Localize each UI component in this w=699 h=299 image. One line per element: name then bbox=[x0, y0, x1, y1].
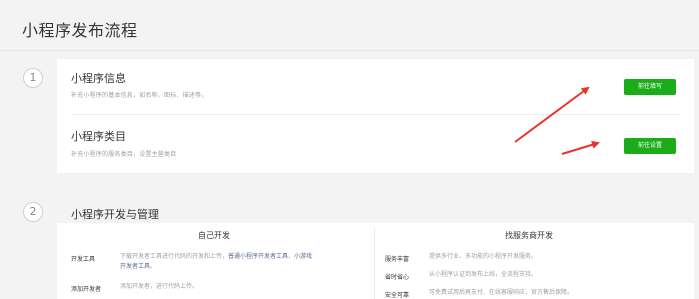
step-number-2: 2 bbox=[23, 202, 43, 222]
dev-card: 自己开发 找服务商开发 开发工具 下载开发者工具进行代码的开发和上传，普通小程序… bbox=[57, 223, 694, 299]
time-saving-label: 省时省心 bbox=[385, 274, 410, 281]
secure-text: 可免费试用后再支付、在线客服响应，官方售后保障。 bbox=[429, 289, 574, 296]
row-desc-category: 补充小程序的服务类目，设置主营类目 bbox=[71, 151, 177, 158]
row-divider bbox=[71, 114, 680, 115]
dev-tools-text: 下载开发者工具进行代码的开发和上传，普通小程序开发者工具、小游戏 开发者工具。 bbox=[120, 252, 370, 272]
add-developer-text: 添加开发者，进行代码上传。 bbox=[120, 283, 199, 290]
info-card: 小程序信息 补充小程序的基本信息，如名称、图标、描述等。 前往填写 小程序类目 … bbox=[57, 59, 694, 173]
mini-game-link[interactable]: 小游戏 bbox=[294, 253, 312, 260]
row-desc-info: 补充小程序的基本信息，如名称、图标、描述等。 bbox=[71, 92, 208, 99]
dev-tools-end: 。 bbox=[150, 263, 157, 270]
secure-label: 安全可靠 bbox=[385, 292, 410, 299]
rich-service-text: 提供多行业、多功能的小程序开发服务。 bbox=[429, 253, 538, 260]
dev-tools-label: 开发工具 bbox=[71, 256, 96, 263]
fill-info-button[interactable]: 前往填写 bbox=[624, 79, 676, 95]
set-category-button[interactable]: 前往设置 bbox=[624, 138, 676, 154]
self-dev-heading: 自己开发 bbox=[198, 231, 230, 240]
mini-program-devtools-link[interactable]: 普通小程序开发者工具 bbox=[228, 253, 288, 260]
mini-game-devtools-link[interactable]: 开发者工具 bbox=[120, 263, 150, 270]
page-title: 小程序发布流程 bbox=[22, 21, 138, 40]
rich-service-label: 服务丰富 bbox=[385, 256, 410, 263]
header-divider bbox=[0, 50, 699, 51]
add-developer-label: 添加开发者 bbox=[71, 286, 102, 293]
dev-section-title: 小程序开发与管理 bbox=[71, 208, 159, 221]
row-title-category: 小程序类目 bbox=[71, 130, 126, 143]
time-saving-text: 从小程序认证到发布上线，全流程支持。 bbox=[429, 271, 538, 278]
provider-dev-heading: 找服务商开发 bbox=[505, 231, 553, 240]
step-number-1: 1 bbox=[23, 68, 43, 88]
row-title-info: 小程序信息 bbox=[71, 72, 126, 85]
column-divider bbox=[374, 228, 375, 299]
dev-tools-desc: 下载开发者工具进行代码的开发和上传， bbox=[120, 253, 229, 260]
